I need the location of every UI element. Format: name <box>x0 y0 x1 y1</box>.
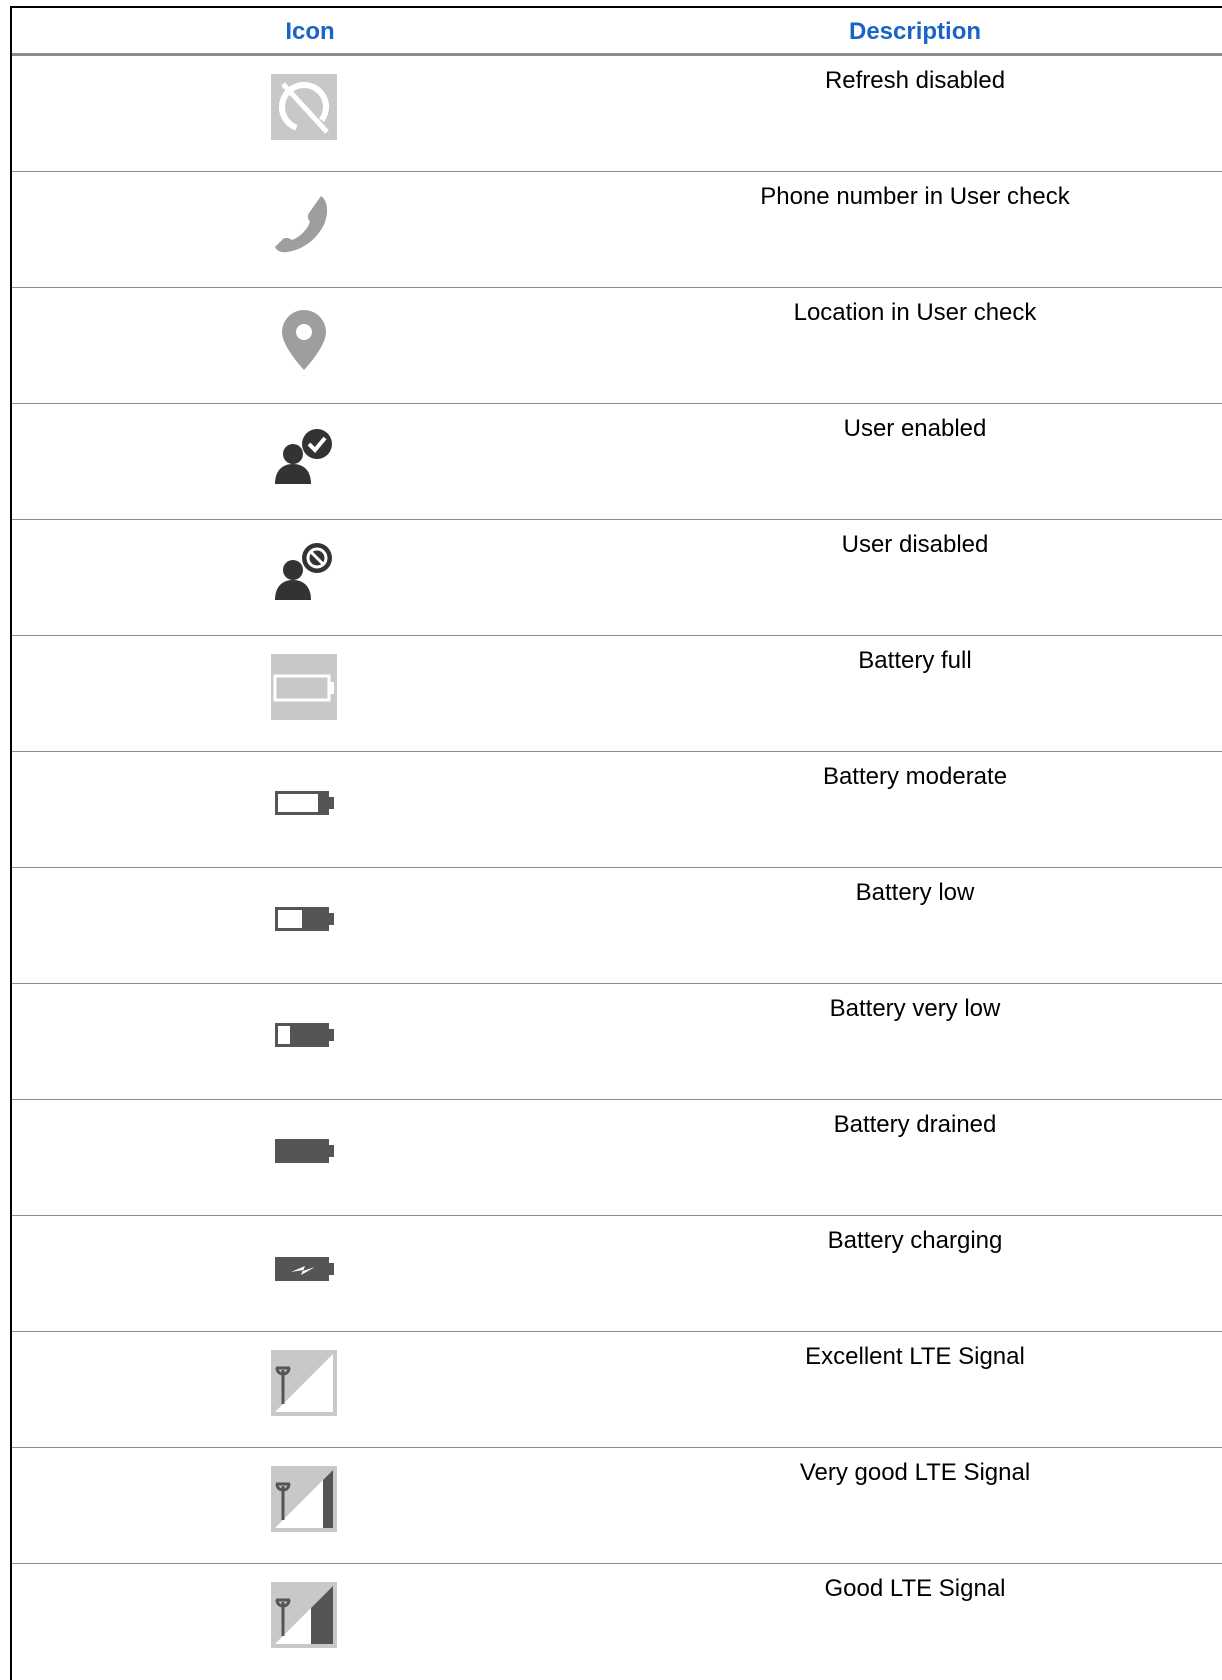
refresh-disabled-icon <box>271 74 337 140</box>
table-row: Battery drained <box>12 1100 1222 1216</box>
user-disabled-icon <box>271 538 337 604</box>
row-description: User enabled <box>843 415 987 442</box>
row-description: Location in User check <box>793 299 1037 326</box>
battery-charging-icon <box>271 1234 337 1300</box>
user-enabled-icon <box>271 422 337 488</box>
header-description-label: Description <box>848 18 982 45</box>
table-row: Battery full <box>12 636 1222 752</box>
row-description: Phone number in User check <box>760 183 1070 210</box>
row-description: Battery charging <box>827 1227 1003 1254</box>
row-description: Very good LTE Signal <box>799 1459 1031 1486</box>
table-row: Excellent LTE Signal <box>12 1332 1222 1448</box>
row-description: Battery drained <box>833 1111 997 1138</box>
lte-signal-very-good-icon <box>271 1466 337 1532</box>
row-description: Battery very low <box>829 995 1001 1022</box>
table-row: Battery very low <box>12 984 1222 1100</box>
location-pin-icon <box>271 306 337 372</box>
table-row: Phone number in User check <box>12 172 1222 288</box>
row-description: Battery moderate <box>822 763 1008 790</box>
row-description: Good LTE Signal <box>824 1575 1006 1602</box>
battery-very-low-icon <box>271 1002 337 1068</box>
header-icon-label: Icon <box>285 18 335 45</box>
lte-signal-excellent-icon <box>271 1350 337 1416</box>
table-row: User disabled <box>12 520 1222 636</box>
table-row: Good LTE Signal <box>12 1564 1222 1680</box>
battery-drained-icon <box>271 1118 337 1184</box>
table-row: Battery low <box>12 868 1222 984</box>
table-row: Very good LTE Signal <box>12 1448 1222 1564</box>
table-row: Battery charging <box>12 1216 1222 1332</box>
row-description: User disabled <box>841 531 989 558</box>
row-description: Refresh disabled <box>824 67 1006 94</box>
battery-full-icon <box>271 654 337 720</box>
table-row: Location in User check <box>12 288 1222 404</box>
table-header: Icon Description <box>12 8 1222 56</box>
phone-icon <box>271 190 337 256</box>
table-row: Refresh disabled <box>12 56 1222 172</box>
table-row: User enabled <box>12 404 1222 520</box>
row-description: Battery low <box>855 879 975 906</box>
lte-signal-good-icon <box>271 1582 337 1648</box>
row-description: Excellent LTE Signal <box>805 1343 1025 1370</box>
icon-legend-table: Icon Description Refresh disabled Phone … <box>10 6 1222 1680</box>
battery-moderate-icon <box>271 770 337 836</box>
battery-low-icon <box>271 886 337 952</box>
row-description: Battery full <box>858 647 972 674</box>
table-row: Battery moderate <box>12 752 1222 868</box>
